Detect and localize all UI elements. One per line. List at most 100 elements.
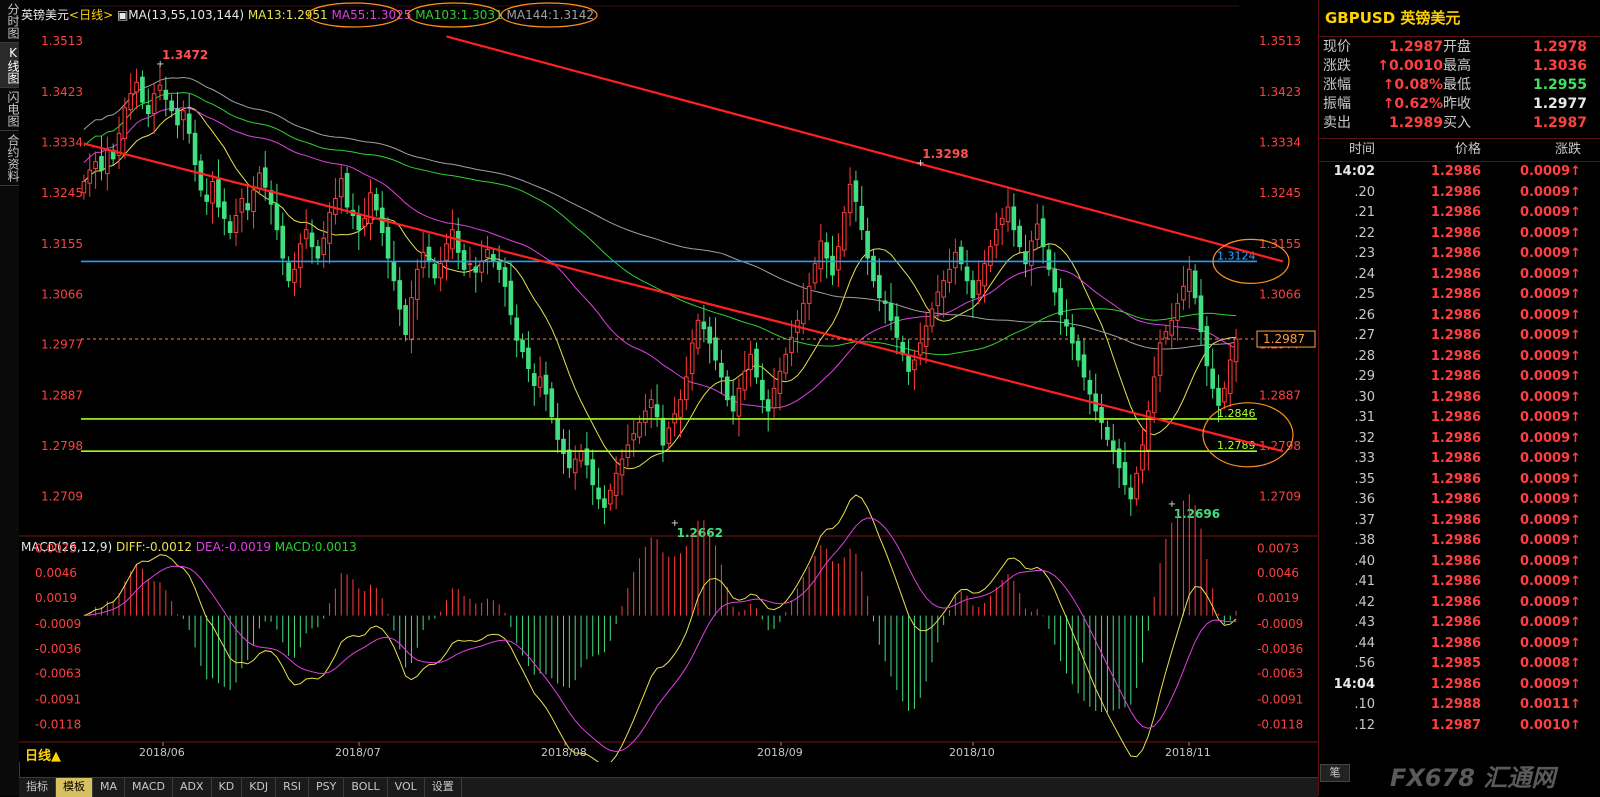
candle-body: [414, 268, 420, 300]
candle-body: [999, 217, 1005, 226]
quote-cell-0-2: 开盘: [1443, 39, 1471, 55]
quote-cell-2-0: 涨幅: [1323, 77, 1351, 93]
tick-time: .40: [1354, 553, 1375, 569]
candle-body: [993, 229, 999, 246]
tick-time: .26: [1354, 307, 1375, 323]
bottom-tab-1[interactable]: 模板: [56, 778, 93, 797]
candle-body: [929, 308, 935, 327]
ticks-head-change: 涨跌: [1554, 142, 1581, 157]
period-label[interactable]: 日线▲: [25, 745, 61, 764]
candle-body: [175, 108, 180, 126]
tick-row: .42 1.2986 0.0009↑: [1319, 593, 1600, 614]
quote-cell-1-0: 涨跌: [1323, 58, 1351, 74]
tick-change: 0.0009↑: [1519, 184, 1581, 200]
extreme-label-2: 1.3298: [922, 147, 968, 161]
extreme-marker-3: +: [1168, 499, 1176, 510]
chart-bg: [19, 0, 1318, 762]
candle-body: [1064, 319, 1069, 327]
candle-body: [941, 280, 946, 298]
bottom-tab-10[interactable]: VOL: [388, 778, 425, 797]
tick-change: 0.0009↑: [1519, 676, 1581, 692]
candle-body: [87, 169, 93, 184]
bottom-tab-5[interactable]: KD: [212, 778, 243, 797]
extreme-label-1: 1.2662: [677, 526, 723, 540]
pen-button[interactable]: 笔: [1320, 764, 1350, 782]
tick-time: .44: [1354, 635, 1375, 651]
candle-body: [1046, 249, 1052, 270]
tick-price: 1.2986: [1430, 533, 1481, 548]
candle-body: [432, 263, 438, 279]
bottom-tab-2[interactable]: MA: [93, 778, 126, 797]
tick-price: 1.2988: [1430, 697, 1481, 712]
candle-body: [181, 110, 186, 121]
chart-area[interactable]: 英镑美元<日线> ▣MA(13,55,103,144) MA13:1.2951 …: [19, 0, 1318, 762]
candle-body: [105, 149, 110, 175]
bottom-tab-8[interactable]: PSY: [309, 778, 345, 797]
bottom-tab-0[interactable]: 指标: [19, 778, 56, 797]
candle-body: [420, 251, 426, 269]
bottom-tab-9[interactable]: BOLL: [344, 778, 388, 797]
macd-y-tick-right: -0.0063: [1257, 667, 1303, 681]
candle-body: [754, 348, 759, 378]
candle-body: [1233, 338, 1239, 363]
rail-tab-0[interactable]: 分时图: [0, 0, 20, 43]
bottom-tab-11[interactable]: 设置: [425, 778, 462, 797]
candle-body: [555, 419, 560, 440]
tick-time: .30: [1354, 389, 1375, 405]
rail-tab-1[interactable]: K线图: [0, 43, 20, 88]
x-label-1: 2018/07: [335, 746, 381, 759]
candle-body: [321, 237, 327, 256]
candle-body: [438, 263, 443, 279]
rail-tab-2[interactable]: 闪电图: [0, 88, 20, 131]
bottom-tab-6[interactable]: KDJ: [242, 778, 277, 797]
candle-body: [1198, 295, 1204, 333]
candle-body: [1140, 444, 1145, 471]
candle-body: [356, 215, 362, 231]
candle-body: [198, 160, 204, 191]
candle-body: [1227, 359, 1233, 394]
candle-body: [508, 280, 514, 316]
macd-diff: DIFF:-0.0012: [116, 540, 196, 554]
tick-time: .22: [1354, 225, 1375, 241]
candle-body: [783, 353, 789, 374]
y-tick-right: 1.3245: [1259, 186, 1301, 200]
y-tick-right: 1.3334: [1259, 135, 1301, 149]
tick-time: .38: [1354, 533, 1375, 548]
candle-body: [964, 266, 970, 282]
candle-body: [531, 373, 537, 387]
quote-cell-2-3: 1.2955: [1532, 77, 1587, 93]
candle-body: [847, 183, 853, 214]
candle-body: [403, 305, 408, 336]
candle-body: [233, 215, 239, 233]
bottom-tab-7[interactable]: RSI: [276, 778, 310, 797]
header-symbol: 英镑美元: [21, 7, 69, 22]
bottom-tab-3[interactable]: MACD: [125, 778, 173, 797]
candle-body: [719, 362, 724, 378]
tick-change: 0.0009↑: [1519, 389, 1581, 405]
candle-body: [713, 337, 718, 361]
last-price-label: 1.2987: [1263, 332, 1305, 346]
candle-body: [578, 450, 584, 462]
ticks-head-price: 价格: [1454, 142, 1481, 157]
tick-time: .42: [1354, 594, 1375, 610]
y-tick-left: 1.3155: [41, 237, 83, 251]
rail-tab-3[interactable]: 合约资料: [0, 131, 20, 186]
candle-body: [660, 417, 666, 446]
macd-y-tick-left: -0.0063: [35, 667, 81, 681]
tick-row: .12 1.2987 0.0010↑: [1319, 716, 1600, 737]
quote-cell-3-3: 1.2977: [1532, 96, 1587, 112]
y-tick-right: 1.3155: [1259, 237, 1301, 251]
macd-y-tick-left: -0.0118: [35, 717, 81, 731]
x-label-2: 2018/08: [541, 746, 587, 759]
candle-body: [245, 203, 250, 211]
candle-body: [684, 376, 689, 401]
tick-price: 1.2986: [1430, 164, 1481, 179]
tick-row: .24 1.2986 0.0009↑: [1319, 265, 1600, 286]
candle-body: [239, 198, 245, 213]
y-tick-left: 1.3334: [41, 135, 83, 149]
tick-price: 1.2986: [1430, 389, 1481, 405]
tick-price: 1.2986: [1430, 328, 1481, 343]
candle-body: [812, 263, 818, 284]
quote-cell-3-1: ↑0.62%: [1382, 96, 1443, 112]
bottom-tab-4[interactable]: ADX: [173, 778, 212, 797]
